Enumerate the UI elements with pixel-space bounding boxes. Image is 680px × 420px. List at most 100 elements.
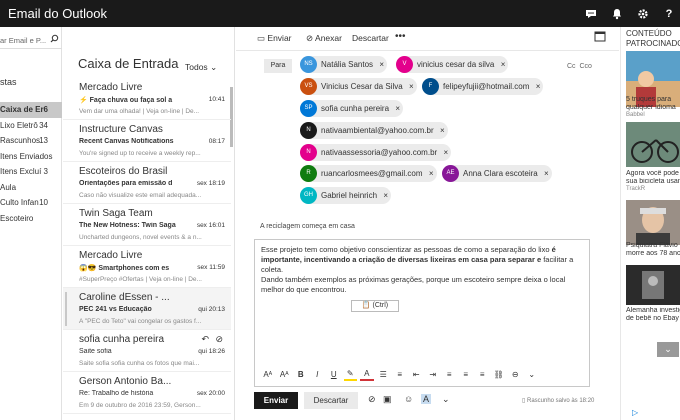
remove-recipient-icon[interactable]: × xyxy=(536,78,541,95)
folder-aula[interactable]: Aula xyxy=(0,180,62,196)
bold-icon[interactable]: B xyxy=(294,367,308,381)
list-item[interactable]: Mercado Livre ⚡ Faça chuva ou faça sol a 1… xyxy=(63,78,231,120)
align-left-icon[interactable]: ≡ xyxy=(443,367,457,381)
list-item[interactable]: Gerson Antonio Ba... Re: Trabalho de hist… xyxy=(63,372,231,414)
folder-sent[interactable]: Itens Enviados xyxy=(0,149,62,165)
ad-text-2b[interactable]: sua bicicleta usand xyxy=(626,178,680,186)
more-format-chevron-icon[interactable]: ⌄ xyxy=(525,367,539,381)
image-icon[interactable]: ▣ xyxy=(383,394,392,405)
popout-icon[interactable] xyxy=(594,31,606,44)
folder-junk[interactable]: Lixo Eletrô 34 xyxy=(0,118,62,134)
ad-text-4b[interactable]: de bebê no Ebay xyxy=(626,315,680,323)
remove-recipient-icon[interactable]: × xyxy=(444,144,449,161)
remove-recipient-icon[interactable]: × xyxy=(383,187,388,204)
message-body[interactable]: Esse projeto tem como objetivo conscient… xyxy=(261,245,585,295)
recipient-chip[interactable]: Rruancarlosmees@gmail.com × xyxy=(300,165,437,182)
toolbar-send-button[interactable]: ▭ Enviar xyxy=(257,33,292,44)
list-item[interactable]: sofia cunha pereira ↶ ⊘ Saite sofia qui 18:2… xyxy=(63,330,231,372)
toolbar-attach-button[interactable]: ⊘ Anexar xyxy=(306,33,342,44)
app-title[interactable]: Email do Outlook xyxy=(8,6,107,21)
toolbar-discard-button[interactable]: Descartar xyxy=(352,33,389,43)
recipient-chip[interactable]: Vvinicius cesar da silva × xyxy=(396,56,509,73)
recipient-chip[interactable]: SP sofia cunha pereira × xyxy=(300,100,404,117)
folder-drafts[interactable]: Rascunhos 13 xyxy=(0,133,62,149)
folders-header[interactable]: stas xyxy=(0,77,17,87)
font-icon[interactable]: AA xyxy=(261,367,275,381)
ad-image-2[interactable] xyxy=(626,122,680,167)
emoji-icon[interactable]: ☺ xyxy=(404,394,413,404)
to-button[interactable]: Para xyxy=(264,59,292,73)
message-body-editor[interactable]: Esse projeto tem como objetivo conscient… xyxy=(254,239,590,387)
ad-text-2a[interactable]: Agora você pode xyxy=(626,170,680,178)
ad-text-3a[interactable]: Psiquiatra Flávio G xyxy=(626,242,680,250)
remove-recipient-icon[interactable]: × xyxy=(429,165,434,182)
folder-deleted[interactable]: Itens Excluí 3 xyxy=(0,164,62,180)
font-size-icon[interactable]: AA xyxy=(278,367,292,381)
filter-dropdown[interactable]: Todos ⌄ xyxy=(185,62,217,73)
recipient-chip[interactable]: AE Anna Clara escoteira × xyxy=(442,165,552,182)
message-time: 10:41 xyxy=(208,96,225,103)
folder-inbox[interactable]: Caixa de Er 6 xyxy=(0,102,62,118)
underline-icon[interactable]: U xyxy=(327,367,341,381)
recipient-name: Gabriel heinrich xyxy=(321,191,378,200)
ad-text-1a[interactable]: 5 truques para xyxy=(626,96,680,104)
remove-recipient-icon[interactable]: × xyxy=(501,56,506,73)
font-color-icon[interactable]: A xyxy=(360,367,374,381)
format-text-icon[interactable]: A xyxy=(421,394,432,404)
recipient-chip[interactable]: Ffelipeyfujii@hotmail.com × xyxy=(422,78,544,95)
chevron-down-icon: ⌄ xyxy=(210,62,218,72)
align-center-icon[interactable]: ≡ xyxy=(459,367,473,381)
reply-icon[interactable]: ↶ xyxy=(201,334,209,345)
remove-recipient-icon[interactable]: × xyxy=(409,78,414,95)
ad-text-1b[interactable]: qualquer idioma xyxy=(626,104,680,112)
ad-text-3b[interactable]: morre aos 78 anos xyxy=(626,250,680,258)
remove-recipient-icon[interactable]: × xyxy=(440,122,445,139)
list-item[interactable]: Twin Saga Team The New Hotness: Twin Saga… xyxy=(63,204,231,246)
ads-scroll-down-button[interactable]: ⌄ xyxy=(657,342,679,357)
folder-culto-infantil[interactable]: Culto Infan 10 xyxy=(0,195,62,211)
attach-icon[interactable]: ⊘ xyxy=(368,394,376,405)
more-options-button[interactable]: ••• xyxy=(395,31,406,42)
link-icon[interactable]: ⛓ xyxy=(492,367,506,381)
discard-button[interactable]: Descartar xyxy=(304,392,358,409)
recipient-chip[interactable]: GH Gabriel heinrich × xyxy=(300,187,392,204)
ad-image-4[interactable] xyxy=(626,265,680,305)
gear-icon[interactable] xyxy=(632,0,654,27)
more-chevron-icon[interactable]: ⌄ xyxy=(442,394,450,405)
bcc-link[interactable]: Cco xyxy=(579,63,591,70)
unlink-icon[interactable]: ⊖ xyxy=(509,367,523,381)
adchoices-icon[interactable]: ▷ xyxy=(632,408,638,417)
list-item[interactable]: Escoteiros do Brasil Orientações para emi… xyxy=(63,162,231,204)
paste-options-button[interactable]: 📋 (Ctrl) xyxy=(351,300,399,312)
remove-recipient-icon[interactable]: × xyxy=(395,100,400,117)
subject-field[interactable]: A reciclagem começa em casa xyxy=(260,223,355,230)
bullets-icon[interactable]: ☰ xyxy=(377,367,391,381)
highlight-icon[interactable]: ✎ xyxy=(343,367,357,381)
recipient-chip[interactable]: Nnativaassessoria@yahoo.com.br × xyxy=(300,144,452,161)
help-icon[interactable]: ? xyxy=(658,0,680,27)
skype-icon[interactable] xyxy=(580,0,602,27)
increase-indent-icon[interactable]: ⇥ xyxy=(426,367,440,381)
bell-icon[interactable] xyxy=(606,0,628,27)
align-right-icon[interactable]: ≡ xyxy=(476,367,490,381)
search-input[interactable]: ar Email e P... xyxy=(0,31,62,49)
remove-recipient-icon[interactable]: × xyxy=(544,165,549,182)
italic-icon[interactable]: I xyxy=(311,367,325,381)
send-button[interactable]: Enviar xyxy=(254,392,298,409)
decrease-indent-icon[interactable]: ⇤ xyxy=(410,367,424,381)
message-subject: 😱😎 Smartphones com es xyxy=(79,265,170,272)
cc-link[interactable]: Cc xyxy=(567,63,576,70)
message-preview: Vem dar uma olhada! | Veja on-line | De.… xyxy=(79,108,200,115)
ad-image-3[interactable] xyxy=(626,200,680,245)
list-item[interactable]: Instructure Canvas Recent Canvas Notifica… xyxy=(63,120,231,162)
recipient-chip[interactable]: VS Vinicius Cesar da Silva × xyxy=(300,78,417,95)
recipient-chip[interactable]: NS Natália Santos × xyxy=(300,56,388,73)
numbering-icon[interactable]: ≡ xyxy=(393,367,407,381)
folder-escoteiro[interactable]: Escoteiro xyxy=(0,211,62,227)
search-icon[interactable] xyxy=(50,34,59,45)
list-item[interactable]: Mercado Livre 😱😎 Smartphones com es sex 11… xyxy=(63,246,231,288)
ad-text-4a[interactable]: Alemanha investig xyxy=(626,307,680,315)
list-item[interactable]: Caroline dEssen - ... PEC 241 vs Educação… xyxy=(63,288,231,330)
remove-recipient-icon[interactable]: × xyxy=(379,56,384,73)
recipient-chip[interactable]: Nnativaambiental@yahoo.com.br × xyxy=(300,122,448,139)
